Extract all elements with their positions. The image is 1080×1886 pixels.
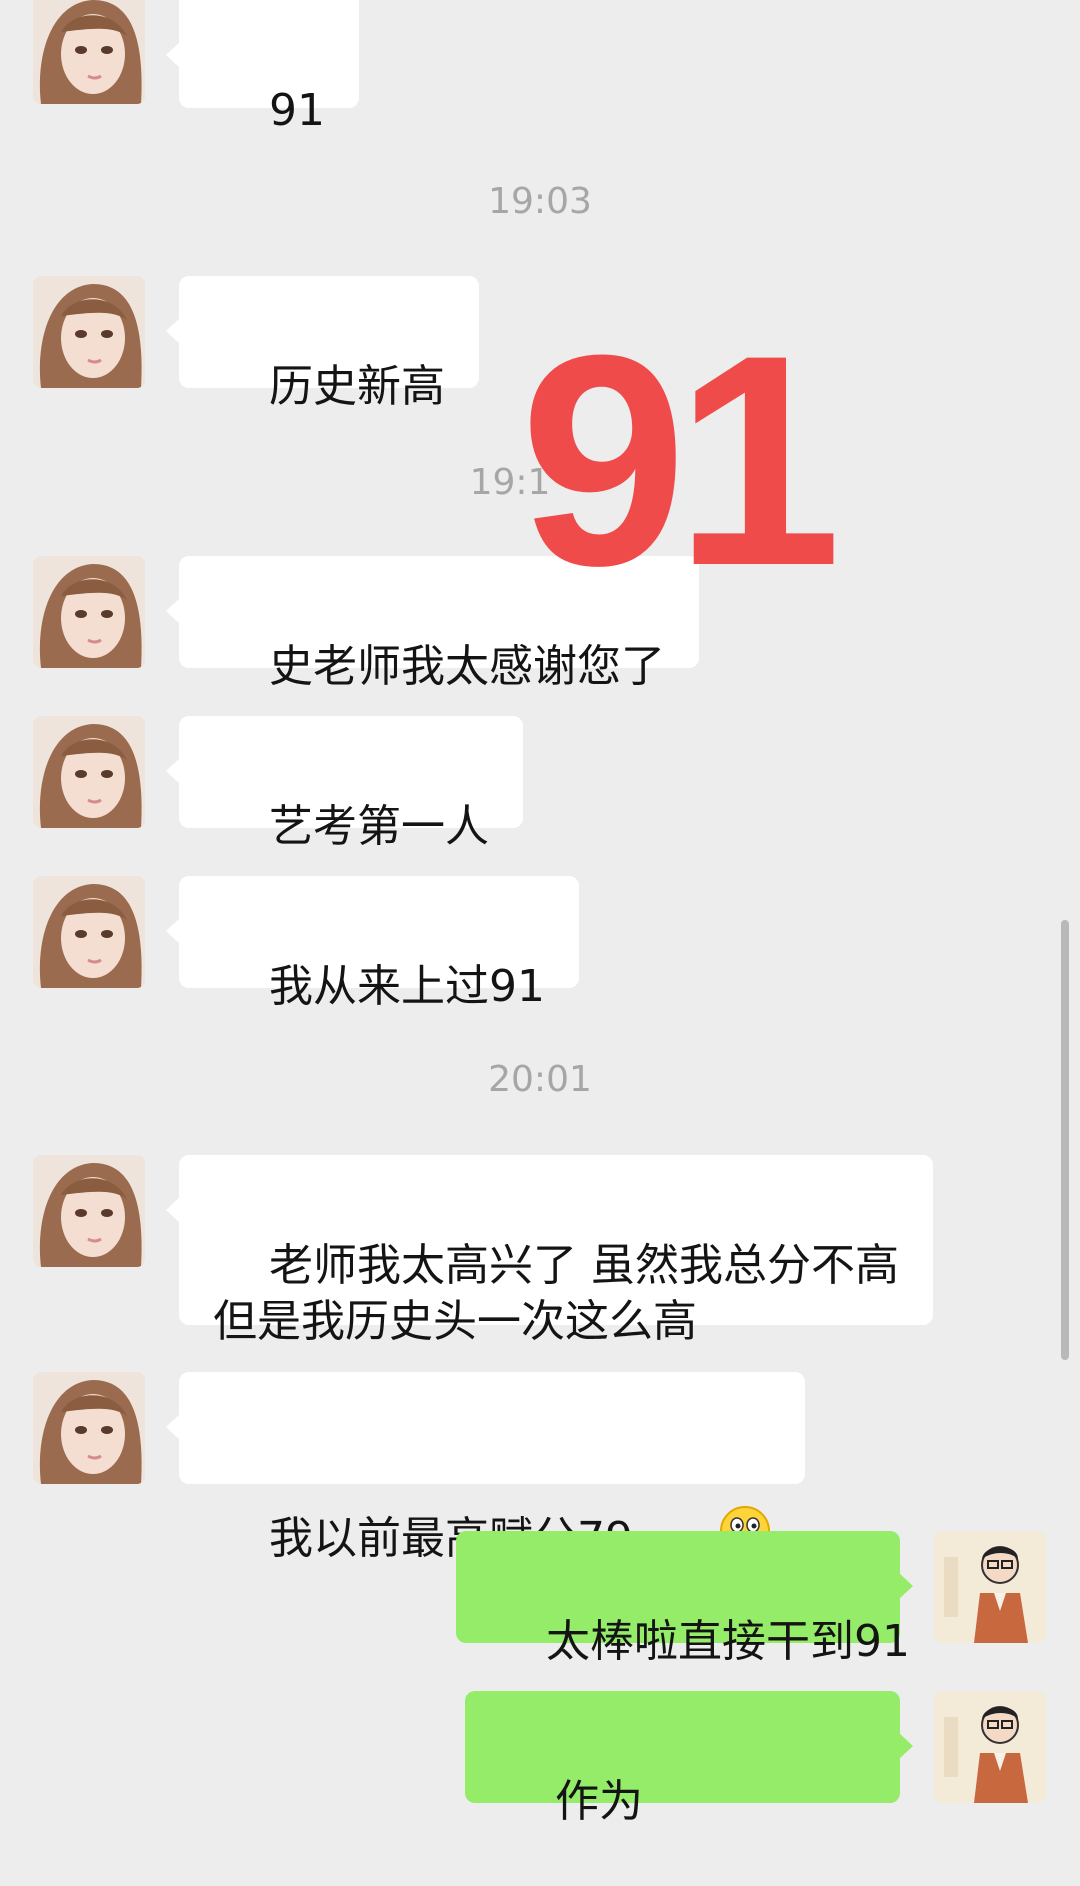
contact-avatar[interactable] (33, 716, 145, 828)
message-bubble[interactable]: 我从来上过91 (166, 876, 579, 1012)
message-bubble[interactable]: 作为 (465, 1691, 913, 1827)
user-avatar[interactable] (934, 1691, 1046, 1803)
message-text: 艺考第一人 (268, 801, 489, 852)
message-text: 太棒啦直接干到91 (545, 1616, 910, 1667)
message-text: 作为 (554, 1776, 643, 1827)
score-overlay: 91 (520, 292, 842, 628)
message-bubble[interactable]: 91 (166, 0, 359, 136)
contact-avatar[interactable] (33, 876, 145, 988)
timestamp: 20:01 (488, 1059, 592, 1100)
message-text: 老师我太高兴了 虽然我总分不高 但是我历史头一次这么高 (213, 1240, 899, 1347)
message-bubble[interactable]: 太棒啦直接干到91 (456, 1531, 913, 1667)
contact-avatar[interactable] (33, 1155, 145, 1267)
timestamp: 19:03 (488, 181, 592, 222)
user-avatar[interactable] (934, 1531, 1046, 1643)
message-bubble[interactable]: 老师我太高兴了 虽然我总分不高 但是我历史头一次这么高 (166, 1155, 933, 1347)
message-text: 我从来上过91 (268, 961, 545, 1012)
message-bubble[interactable]: 历史新高 (166, 276, 479, 412)
contact-avatar[interactable] (33, 276, 145, 388)
message-text: 历史新高 (268, 361, 445, 412)
contact-avatar[interactable] (33, 1372, 145, 1484)
contact-avatar[interactable] (33, 556, 145, 668)
message-bubble[interactable]: 艺考第一人 (166, 716, 523, 852)
message-text: 史老师我太感谢您了 (268, 641, 665, 692)
scrollbar[interactable] (1061, 920, 1069, 1360)
contact-avatar[interactable] (33, 0, 145, 104)
message-bubble[interactable]: 我以前最高赋分79 (166, 1372, 805, 1564)
message-text: 91 (268, 85, 325, 136)
